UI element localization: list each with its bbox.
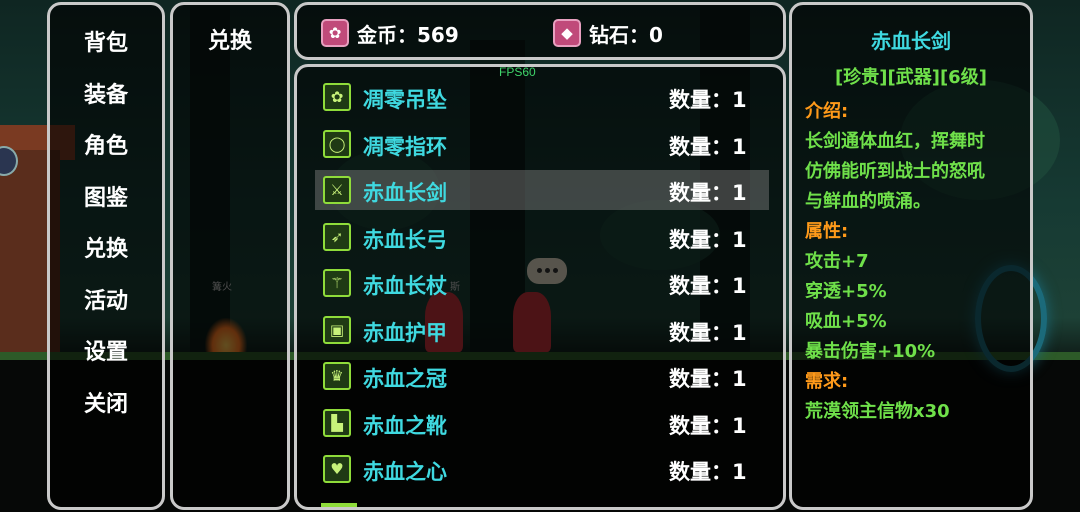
menu-item[interactable]: 活动 (50, 283, 162, 315)
item-row[interactable]: ♥ 赤血之心 数量：1 (315, 449, 769, 489)
main-menu-panel: 背包装备角色图鉴兑换活动设置关闭 (47, 2, 165, 510)
requirements-label: 需求: (805, 371, 849, 392)
intro-text: 与鲜血的喷涌。 (805, 191, 931, 212)
currency-bar: ✿ 金币：569 ◆ 钻石：0 (294, 2, 786, 60)
item-name: 赤血长弓 (363, 227, 447, 252)
item-quantity: 数量：1 (669, 367, 747, 391)
item-row[interactable]: ♛ 赤血之冠 数量：1 (315, 356, 769, 396)
item-name: 赤血护甲 (363, 320, 447, 345)
intro-label: 介绍: (805, 101, 849, 122)
crown-icon: ♛ (323, 362, 351, 390)
menu-item[interactable]: 装备 (50, 77, 162, 109)
menu-item[interactable]: 角色 (50, 128, 162, 160)
menu-item[interactable]: 图鉴 (50, 180, 162, 212)
requirement-line: 荒漠领主信物x30 (805, 401, 950, 422)
staff-icon: ⚚ (323, 269, 351, 297)
item-quantity: 数量：1 (669, 413, 747, 438)
gold-display: ✿ 金币：569 (321, 17, 459, 49)
item-quantity: 数量：1 (669, 181, 747, 205)
item-row[interactable]: ➶ 赤血长弓 数量：1 (315, 217, 769, 257)
exchange-item-list: ✿ 凋零吊坠 数量：1 ◯ 凋零指环 数量：1 ⚔ 赤血长剑 数量：1 ➶ 赤血长弓 数量：1 ⚚ 赤血长… (294, 64, 786, 510)
item-quantity: 数量：1 (669, 320, 747, 345)
item-quantity: 数量：1 (669, 274, 747, 298)
item-detail-panel: 赤血长剑 [珍贵][武器][6级] 介绍: 长剑通体血红，挥舞时 仿佛能听到战士的怒… (789, 2, 1033, 510)
menu-item[interactable]: 关闭 (50, 386, 162, 418)
item-name: 赤血之冠 (363, 367, 447, 391)
next-item-peek (321, 503, 357, 507)
gold-label: 金币：569 (357, 22, 459, 47)
attribute-line: 攻击+7 (805, 251, 869, 272)
diamond-display: ◆ 钻石：0 (553, 17, 663, 49)
item-name: 赤血长杖 (363, 274, 447, 298)
pendant-icon: ✿ (323, 83, 351, 111)
item-row[interactable]: ▣ 赤血护甲 数量：1 (315, 310, 769, 350)
item-quantity: 数量：1 (669, 227, 747, 252)
menu-item[interactable]: 兑换 (50, 231, 162, 263)
item-quantity: 数量：1 (669, 460, 747, 484)
tab-exchange[interactable]: 兑换 (173, 23, 287, 55)
intro-text: 长剑通体血红，挥舞时 (805, 131, 985, 152)
category-tabs-panel: 兑换 (170, 2, 290, 510)
boots-icon: ▙ (323, 408, 351, 437)
intro-text: 仿佛能听到战士的怒吼 (805, 161, 985, 182)
gold-coin-icon: ✿ (321, 19, 349, 47)
attribute-line: 暴击伤害+10% (805, 341, 936, 362)
item-quantity: 数量：1 (669, 134, 747, 159)
item-name: 凋零吊坠 (363, 88, 447, 112)
item-row[interactable]: ▙ 赤血之靴 数量：1 (315, 403, 769, 443)
attributes-label: 属性: (805, 221, 849, 242)
diamond-label: 钻石：0 (589, 22, 663, 47)
item-row[interactable]: ⚚ 赤血长杖 数量：1 (315, 263, 769, 303)
heart-icon: ♥ (323, 455, 351, 483)
attribute-line: 吸血+5% (805, 311, 887, 332)
bow-icon: ➶ (323, 222, 351, 251)
item-row[interactable]: ✿ 凋零吊坠 数量：1 (315, 77, 769, 117)
item-name: 赤血之靴 (363, 413, 447, 438)
item-tags: [珍贵][武器][6级] (835, 67, 987, 88)
item-name: 赤血长剑 (363, 181, 447, 205)
fps-counter: FPS60 (499, 65, 536, 79)
menu-item[interactable]: 设置 (50, 334, 162, 366)
item-name: 赤血之心 (363, 460, 447, 484)
armor-icon: ▣ (323, 315, 351, 344)
sword-icon: ⚔ (323, 176, 351, 204)
item-row[interactable]: ⚔ 赤血长剑 数量：1 (315, 170, 769, 210)
item-title: 赤血长剑 (871, 29, 951, 53)
diamond-icon: ◆ (553, 19, 581, 47)
item-row[interactable]: ◯ 凋零指环 数量：1 (315, 124, 769, 164)
item-name: 凋零指环 (363, 134, 447, 159)
ring-icon: ◯ (323, 129, 351, 158)
item-quantity: 数量：1 (669, 88, 747, 112)
attribute-line: 穿透+5% (805, 281, 887, 302)
menu-item[interactable]: 背包 (50, 25, 162, 57)
